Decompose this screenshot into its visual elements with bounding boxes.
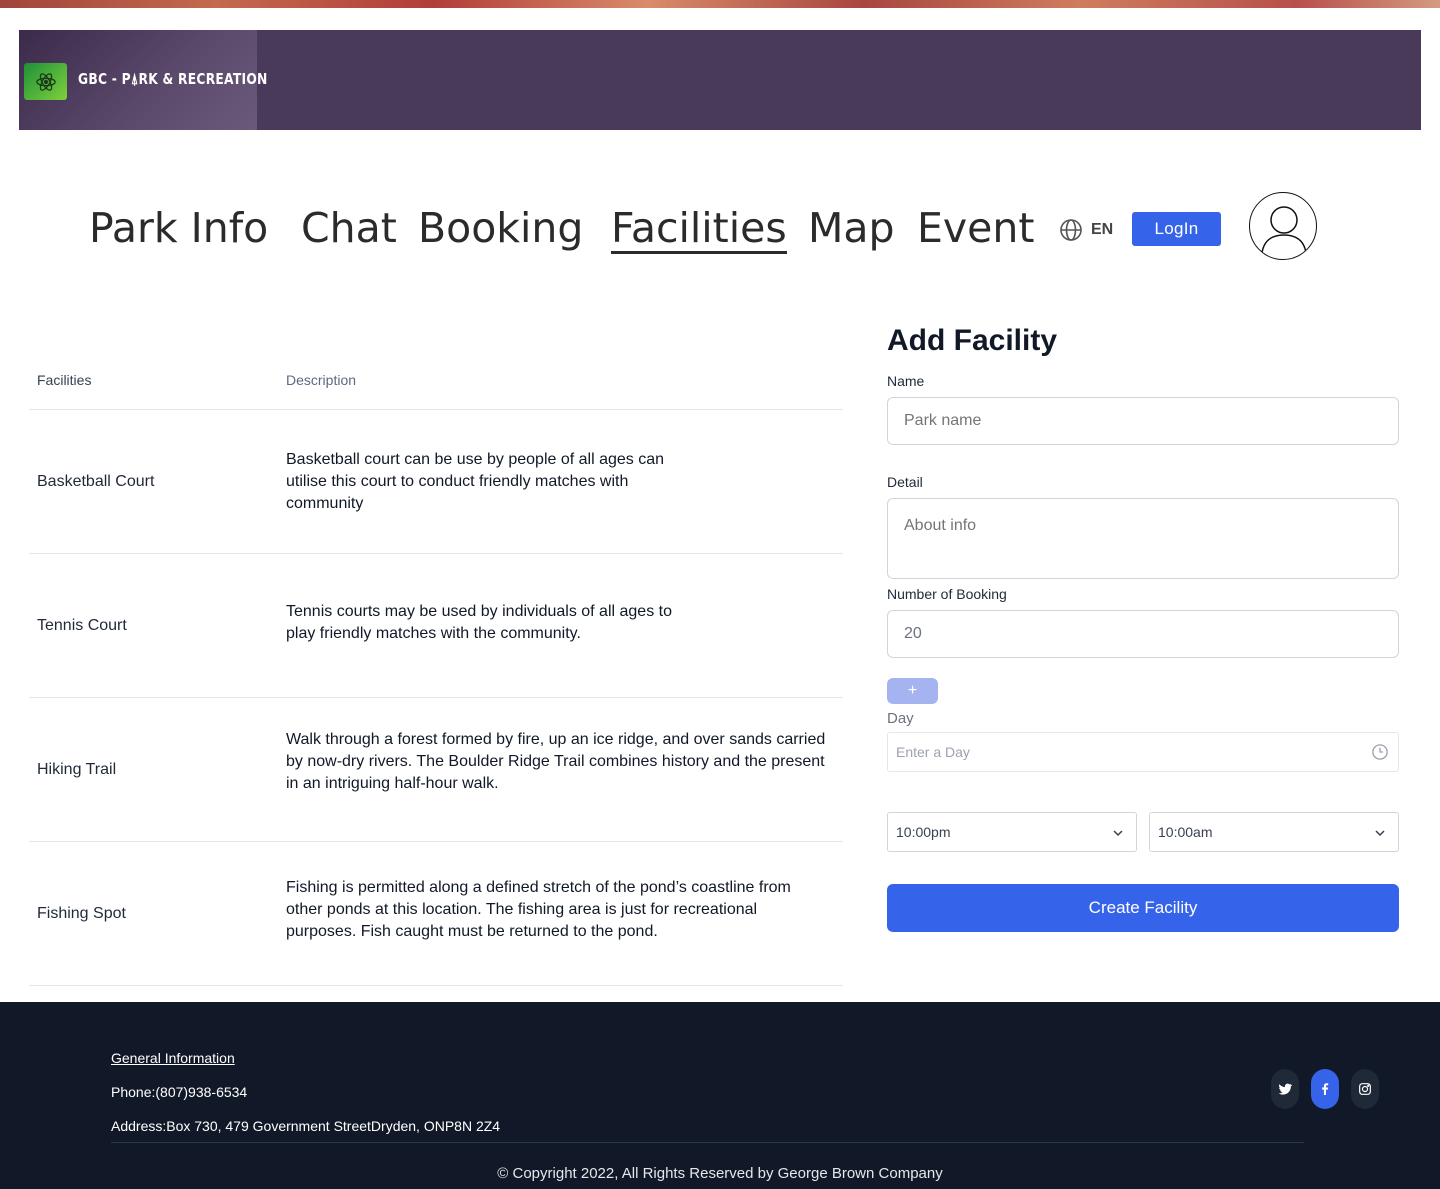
instagram-icon[interactable]: [1351, 1069, 1379, 1109]
facility-name: Hiking Trail: [37, 761, 117, 778]
login-button[interactable]: LogIn: [1132, 212, 1221, 246]
table-row: Fishing Spot Fishing is permitted along …: [29, 842, 843, 986]
facility-name: Basketball Court: [37, 473, 155, 490]
language-code: EN: [1091, 221, 1114, 238]
booking-count-input[interactable]: [887, 610, 1399, 658]
nav-item-chat[interactable]: Chat: [301, 208, 397, 249]
logo[interactable]: GBC - P⍋RK & RECREATION: [19, 30, 267, 130]
footer-divider: [111, 1142, 1304, 1143]
table-row: Hiking Trail Walk through a forest forme…: [29, 698, 843, 842]
nav-item-map[interactable]: Map: [808, 208, 895, 249]
add-day-button[interactable]: +: [887, 678, 938, 704]
facebook-icon[interactable]: [1311, 1069, 1339, 1109]
facility-description: Fishing is permitted along a defined str…: [286, 879, 791, 940]
name-label: Name: [887, 373, 925, 389]
main-nav: Park Info Chat Booking Facilities Map Ev…: [0, 190, 1440, 270]
footer-copyright: © Copyright 2022, All Rights Reserved by…: [497, 1165, 943, 1182]
detail-label: Detail: [887, 474, 923, 490]
language-selector[interactable]: EN: [1059, 218, 1113, 242]
facility-description: Basketball court can be use by people of…: [286, 451, 665, 512]
nav-item-booking[interactable]: Booking: [418, 208, 583, 249]
end-time-select[interactable]: 10:00am: [1149, 812, 1399, 852]
facility-description: Tennis courts may be used by individuals…: [286, 603, 672, 642]
chevron-down-icon: [1375, 830, 1385, 837]
header-banner: GBC - P⍋RK & RECREATION: [19, 30, 1421, 130]
facility-description: Walk through a forest formed by fire, up…: [286, 731, 826, 792]
clock-icon[interactable]: [1371, 743, 1389, 761]
form-title: Add Facility: [887, 324, 1058, 357]
top-decorative-strip: [0, 0, 1440, 8]
nav-item-park-info[interactable]: Park Info: [89, 208, 268, 249]
nav-item-event[interactable]: Event: [917, 208, 1034, 249]
general-information-link[interactable]: General Information: [111, 1050, 235, 1066]
day-input[interactable]: Enter a Day: [887, 732, 1399, 772]
footer-phone: Phone:(807)938-6534: [111, 1084, 248, 1100]
nav-item-facilities[interactable]: Facilities: [611, 208, 787, 254]
chevron-down-icon: [1113, 830, 1123, 837]
footer-address: Address:Box 730, 479 Government StreetDr…: [111, 1118, 501, 1134]
day-label: Day: [887, 710, 914, 727]
table-row: Basketball Court Basketball court can be…: [29, 410, 843, 554]
avatar[interactable]: [1249, 192, 1317, 260]
facility-name: Fishing Spot: [37, 905, 126, 922]
start-time-value: 10:00pm: [896, 824, 951, 840]
detail-textarea[interactable]: [887, 498, 1399, 579]
column-header-description: Description: [286, 372, 357, 388]
day-placeholder: Enter a Day: [896, 744, 970, 760]
user-icon: [1261, 206, 1307, 254]
column-header-facilities: Facilities: [37, 372, 92, 388]
footer: General Information Phone:(807)938-6534 …: [0, 1002, 1440, 1189]
name-input[interactable]: [887, 397, 1399, 445]
end-time-value: 10:00am: [1158, 824, 1213, 840]
brand-name: GBC - P⍋RK & RECREATION: [78, 70, 268, 88]
table-header: Facilities Description: [29, 352, 843, 410]
facility-name: Tennis Court: [37, 617, 127, 634]
twitter-icon[interactable]: [1271, 1069, 1299, 1109]
create-facility-button[interactable]: Create Facility: [887, 884, 1399, 932]
booking-count-label: Number of Booking: [887, 586, 1007, 602]
facilities-table: Facilities Description Basketball Court …: [29, 352, 843, 986]
globe-icon: [1060, 219, 1082, 241]
start-time-select[interactable]: 10:00pm: [887, 812, 1137, 852]
table-row: Tennis Court Tennis courts may be used b…: [29, 554, 843, 698]
atom-logo-icon: [24, 63, 67, 100]
